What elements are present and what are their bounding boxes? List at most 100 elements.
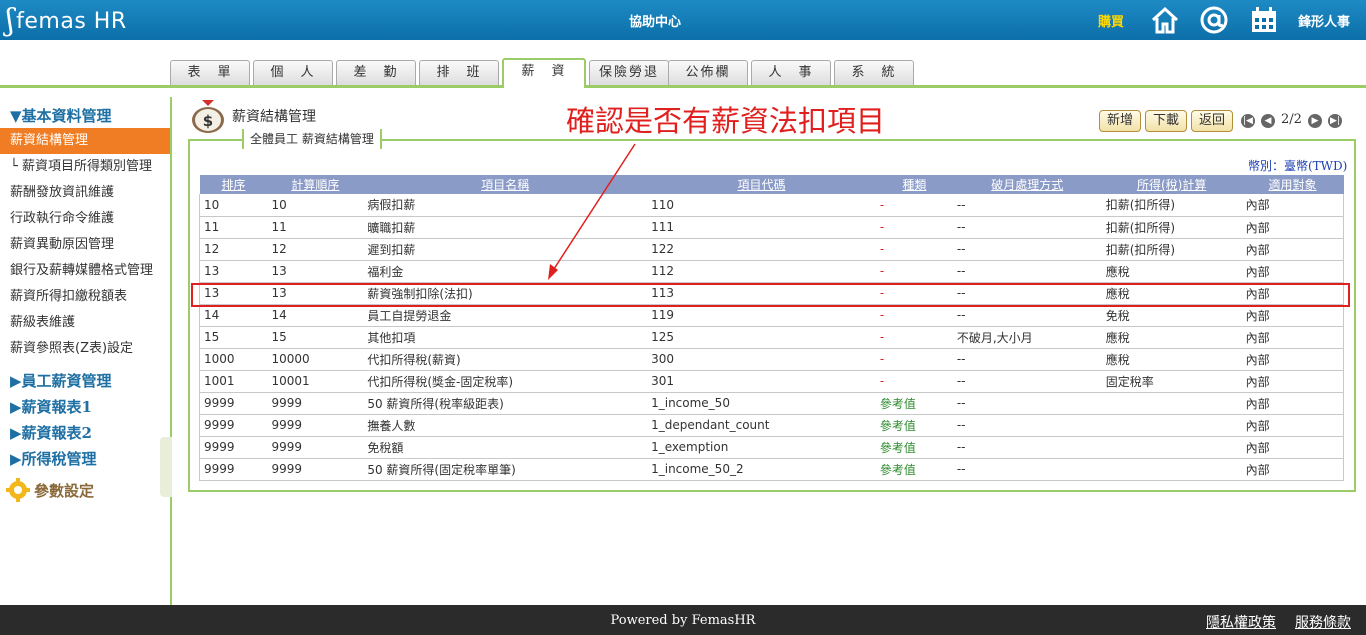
buy-link[interactable]: 購買: [1098, 11, 1124, 30]
download-button[interactable]: 下載: [1145, 110, 1187, 132]
prev-page-icon[interactable]: ◀: [1261, 114, 1275, 128]
col-calc-order[interactable]: 計算順序: [267, 175, 364, 194]
cell-sort: 14: [199, 304, 268, 327]
tab-bulletin[interactable]: 公佈欄: [668, 60, 748, 86]
cell-applicable: 內部: [1241, 194, 1344, 217]
page-title: 薪資結構管理: [232, 109, 316, 125]
table-row[interactable]: 14 14 員工自提勞退金 119- -- 免稅 內部: [199, 304, 1344, 327]
table-row[interactable]: 1000 10000 代扣所得稅(薪資) 300- -- 應稅 內部: [199, 348, 1344, 371]
cell-partial-month: 不破月,大小月: [952, 326, 1102, 349]
cell-type: -: [875, 348, 953, 371]
tab-insurance[interactable]: 保險勞退: [589, 60, 669, 86]
col-partial-month[interactable]: 破月處理方式: [952, 175, 1102, 194]
femas-logo[interactable]: ʃ femas HR: [6, 4, 127, 38]
sidebar-group-employee[interactable]: ▶員工薪資管理: [10, 370, 112, 391]
sidebar-item-salary-structure[interactable]: 薪資結構管理: [0, 128, 170, 154]
help-center-link[interactable]: 協助中心: [600, 11, 710, 30]
sidebar-item-change-reason[interactable]: 薪資異動原因管理: [0, 232, 170, 258]
table-row[interactable]: 10 10 病假扣薪 110- -- 扣薪(扣所得) 內部: [199, 194, 1344, 217]
cell-calc-order: 9999: [267, 436, 364, 459]
cell-income-tax: 扣薪(扣所得): [1101, 194, 1242, 217]
col-applicable-to[interactable]: 適用對象: [1241, 175, 1344, 194]
cell-partial-month: --: [952, 260, 1102, 283]
highlight-box: [191, 283, 1350, 307]
table-row[interactable]: 9999 9999 撫養人數 1_dependant_count 參考值 -- 內部: [199, 414, 1344, 437]
cell-applicable: 內部: [1241, 260, 1344, 283]
privacy-link[interactable]: 隱私權政策: [1206, 612, 1276, 632]
tab-attendance[interactable]: 差 勤: [336, 60, 416, 86]
sidebar-group-tax[interactable]: ▶所得稅管理: [10, 448, 97, 469]
next-page-icon[interactable]: ▶: [1308, 114, 1322, 128]
cell-item-name: 代扣所得稅(獎金-固定稅率): [363, 370, 648, 393]
sidebar-item-bank-format[interactable]: 銀行及薪轉媒體格式管理: [0, 258, 170, 284]
tab-payroll[interactable]: 薪 資: [502, 58, 586, 88]
tab-system[interactable]: 系 統: [834, 60, 914, 86]
cell-income-tax: 應稅: [1101, 260, 1242, 283]
table-row[interactable]: 13 13 福利金 112- -- 應稅 內部: [199, 260, 1344, 283]
cell-applicable: 內部: [1241, 370, 1344, 393]
cell-item-code: 122: [647, 238, 876, 261]
first-page-icon[interactable]: |◀: [1241, 114, 1255, 128]
cell-sort: 13: [199, 260, 268, 283]
panel-legend: 全體員工 薪資結構管理: [242, 129, 382, 149]
sidebar-item-salary-grade[interactable]: 薪級表維護: [0, 310, 170, 336]
table-row[interactable]: 9999 9999 50 薪資所得(固定稅率單筆) 1_income_50_2 參考值 -…: [199, 458, 1344, 481]
cell-calc-order: 13: [267, 260, 364, 283]
annotation-arrow: [548, 143, 636, 280]
cell-applicable: 內部: [1241, 238, 1344, 261]
cell-item-name: 免稅額: [363, 436, 648, 459]
cell-item-code: 119: [647, 304, 876, 327]
femashr-link[interactable]: FemasHR: [692, 613, 756, 628]
back-button[interactable]: 返回: [1191, 110, 1233, 132]
table-row[interactable]: 15 15 其他扣項 125- 不破月,大小月 應稅 內部: [199, 326, 1344, 349]
cell-item-name: 50 薪資所得(固定稅率單筆): [363, 458, 648, 481]
tab-forms[interactable]: 表 單: [170, 60, 250, 86]
table-row[interactable]: 1001 10001 代扣所得稅(獎金-固定稅率) 301- -- 固定稅率 內部: [199, 370, 1344, 393]
sidebar-group-report2[interactable]: ▶薪資報表2: [10, 422, 92, 443]
calendar-icon[interactable]: [1249, 5, 1279, 35]
cell-partial-month: --: [952, 238, 1102, 261]
cell-partial-month: --: [952, 304, 1102, 327]
col-type[interactable]: 種類: [875, 175, 953, 194]
sidebar-item-executive-order[interactable]: 行政執行命令維護: [0, 206, 170, 232]
sidebar-item-payout-info[interactable]: 薪酬發放資訊維護: [0, 180, 170, 206]
sidebar-group-report1[interactable]: ▶薪資報表1: [10, 396, 92, 417]
col-item-code[interactable]: 項目代碼: [647, 175, 876, 194]
sidebar-collapse-handle[interactable]: [160, 437, 172, 497]
tab-personnel[interactable]: 人 事: [751, 60, 831, 86]
sidebar-item-withholding-table[interactable]: 薪資所得扣繳稅額表: [0, 284, 170, 310]
add-button[interactable]: 新增: [1099, 110, 1141, 132]
cell-sort: 9999: [199, 414, 268, 437]
col-income-tax-calc[interactable]: 所得(稅)計算: [1101, 175, 1242, 194]
cell-partial-month: --: [952, 436, 1102, 459]
cell-partial-month: --: [952, 414, 1102, 437]
cell-item-name: 其他扣項: [363, 326, 648, 349]
last-page-icon[interactable]: ▶|: [1328, 114, 1342, 128]
tab-shift[interactable]: 排 班: [419, 60, 499, 86]
cell-applicable: 內部: [1241, 392, 1344, 415]
cell-item-code: 1_income_50_2: [647, 458, 876, 481]
sidebar-item-income-category[interactable]: └ 薪資項目所得類別管理: [0, 154, 170, 180]
main-tabs: 表 單 個 人 差 勤 排 班 薪 資 保險勞退 公佈欄 人 事 系 統: [0, 56, 1366, 88]
sidebar-group-basic[interactable]: ▼基本資料管理: [10, 105, 112, 126]
cell-item-code: 300: [647, 348, 876, 371]
home-icon[interactable]: [1150, 5, 1180, 35]
cell-type: -: [875, 370, 953, 393]
tab-personal[interactable]: 個 人: [253, 60, 333, 86]
cell-item-name: 員工自提勞退金: [363, 304, 648, 327]
page-indicator: 2/2: [1281, 112, 1302, 127]
table-row[interactable]: 9999 9999 50 薪資所得(稅率級距表) 1_income_50 參考值 -- 內部: [199, 392, 1344, 415]
sidebar-item-z-table[interactable]: 薪資參照表(Z表)設定: [0, 336, 170, 362]
cell-type: 參考值: [875, 392, 953, 415]
col-sort[interactable]: 排序: [199, 175, 268, 194]
tab-divider: [0, 85, 1366, 88]
settings-link[interactable]: 參數設定: [6, 478, 94, 502]
terms-link[interactable]: 服務條款: [1295, 612, 1351, 632]
table-row[interactable]: 11 11 曠職扣薪 111- -- 扣薪(扣所得) 內部: [199, 216, 1344, 239]
cell-type: -: [875, 260, 953, 283]
powered-by: Powered by FemasHR: [0, 613, 1366, 628]
cell-income-tax: [1101, 414, 1242, 437]
table-row[interactable]: 9999 9999 免稅額 1_exemption 參考值 -- 內部: [199, 436, 1344, 459]
mail-at-icon[interactable]: [1199, 5, 1229, 35]
table-row[interactable]: 12 12 遲到扣薪 122- -- 扣薪(扣所得) 內部: [199, 238, 1344, 261]
